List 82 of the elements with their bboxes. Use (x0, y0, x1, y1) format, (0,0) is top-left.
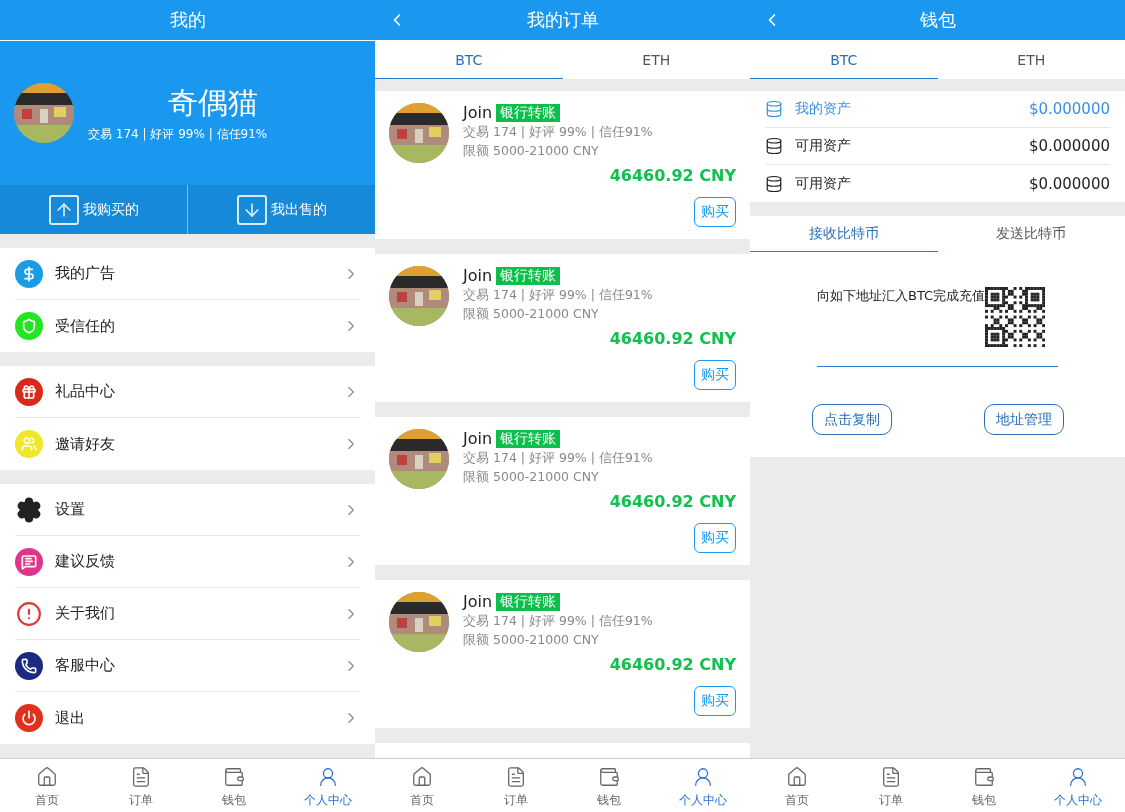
wallet-icon (598, 766, 621, 788)
trader-name: Join (463, 103, 493, 122)
qr-code-icon (985, 287, 1046, 347)
nav-item[interactable]: 个人中心 (281, 759, 375, 812)
trader-stats: 交易 174 | 好评 99% | 信任91% (463, 613, 654, 630)
asset-row[interactable]: 可用资产 $0.000000 (765, 165, 1110, 202)
tab[interactable]: BTC (750, 41, 938, 79)
menu-item[interactable]: 建议反馈 (15, 536, 360, 588)
limit-text: 限额 5000-21000 CNY (463, 306, 600, 323)
coins-icon (765, 100, 783, 118)
user-name: 奇偶猫 (167, 84, 258, 122)
menu-item[interactable]: 礼品中心 (15, 366, 360, 418)
trader-stats: 交易 174 | 好评 99% | 信任91% (463, 287, 654, 304)
menu-item[interactable]: 退出 (15, 692, 360, 744)
page-title: 钱包 (918, 8, 957, 32)
nav-item[interactable]: 钱包 (187, 759, 282, 812)
payment-tag: 银行转账 (496, 103, 561, 122)
nav-item[interactable]: 钱包 (937, 759, 1032, 812)
user-stats: 交易 174 | 好评 99% | 信任91% (88, 126, 268, 143)
upload-icon (48, 194, 79, 225)
payment-tag: 银行转账 (496, 266, 561, 285)
trader-name: Join (463, 592, 493, 611)
menu-item[interactable]: 我的广告 (15, 248, 360, 300)
tab[interactable]: 接收比特币 (750, 216, 938, 252)
download-icon (236, 194, 267, 225)
nav-item[interactable]: 首页 (750, 759, 844, 812)
buy-button[interactable]: 购买 (694, 197, 736, 227)
trader-name: Join (463, 266, 493, 285)
buy-button[interactable]: 购买 (694, 523, 736, 553)
wallet-icon (973, 766, 996, 788)
tab[interactable]: ETH (937, 41, 1125, 79)
payment-tag: 银行转账 (496, 592, 561, 611)
coins-icon (765, 174, 783, 193)
asset-value: $0.000000 (1028, 137, 1110, 155)
price: 46460.92 CNY (608, 492, 736, 511)
nav-item[interactable]: 首页 (0, 759, 94, 812)
menu-item[interactable]: 客服中心 (15, 640, 360, 692)
home-icon (35, 766, 58, 788)
limit-text: 限额 5000-21000 CNY (463, 469, 600, 486)
nav-item[interactable]: 个人中心 (656, 759, 750, 812)
nav-item[interactable]: 钱包 (562, 759, 657, 812)
trader-name: Join (463, 429, 493, 448)
buy-button[interactable]: 购买 (694, 360, 736, 390)
asset-label: 可用资产 (795, 137, 852, 155)
asset-value: $0.000000 (1028, 100, 1110, 118)
nav-item[interactable]: 首页 (375, 759, 469, 812)
tab[interactable]: ETH (562, 41, 750, 79)
page-title: 我的订单 (525, 8, 600, 32)
page-title: 我的 (168, 8, 207, 32)
copy-button[interactable]: 点击复制 (811, 404, 892, 435)
asset-label: 我的资产 (795, 100, 852, 118)
limit-text: 限额 5000-21000 CNY (463, 632, 600, 649)
instruction-text: 向如下地址汇入BTC完成充值 (817, 287, 986, 305)
tab[interactable]: BTC (375, 41, 563, 79)
asset-label: 可用资产 (795, 174, 852, 193)
price: 46460.92 CNY (608, 166, 736, 185)
address-button[interactable]: 地址管理 (983, 404, 1064, 435)
home-icon (410, 766, 433, 788)
price: 46460.92 CNY (608, 655, 736, 674)
asset-row[interactable]: 可用资产 $0.000000 (765, 128, 1110, 165)
action-button[interactable]: 我出售的 (188, 185, 375, 234)
trader-stats: 交易 174 | 好评 99% | 信任91% (463, 124, 654, 141)
wallet-icon (223, 766, 246, 788)
coins-icon (765, 137, 783, 155)
menu-item[interactable]: 关于我们 (15, 588, 360, 640)
asset-row[interactable]: 我的资产 $0.000000 (765, 91, 1110, 128)
action-button[interactable]: 我购买的 (0, 185, 188, 234)
trader-stats: 交易 174 | 好评 99% | 信任91% (463, 450, 654, 467)
nav-item[interactable]: 订单 (93, 759, 188, 812)
menu-item[interactable]: 受信任的 (15, 300, 360, 352)
asset-value: $0.000000 (1028, 174, 1110, 193)
price: 46460.92 CNY (608, 329, 736, 348)
nav-item[interactable]: 个人中心 (1031, 759, 1125, 812)
menu-item[interactable]: 邀请好友 (15, 418, 360, 470)
tab[interactable]: 发送比特币 (937, 216, 1125, 252)
nav-item[interactable]: 订单 (468, 759, 563, 812)
buy-button[interactable]: 购买 (694, 686, 736, 716)
payment-tag: 银行转账 (496, 429, 561, 448)
menu-item[interactable]: 设置 (15, 484, 360, 536)
home-icon (785, 766, 808, 788)
limit-text: 限额 5000-21000 CNY (463, 143, 600, 160)
nav-item[interactable]: 订单 (843, 759, 938, 812)
